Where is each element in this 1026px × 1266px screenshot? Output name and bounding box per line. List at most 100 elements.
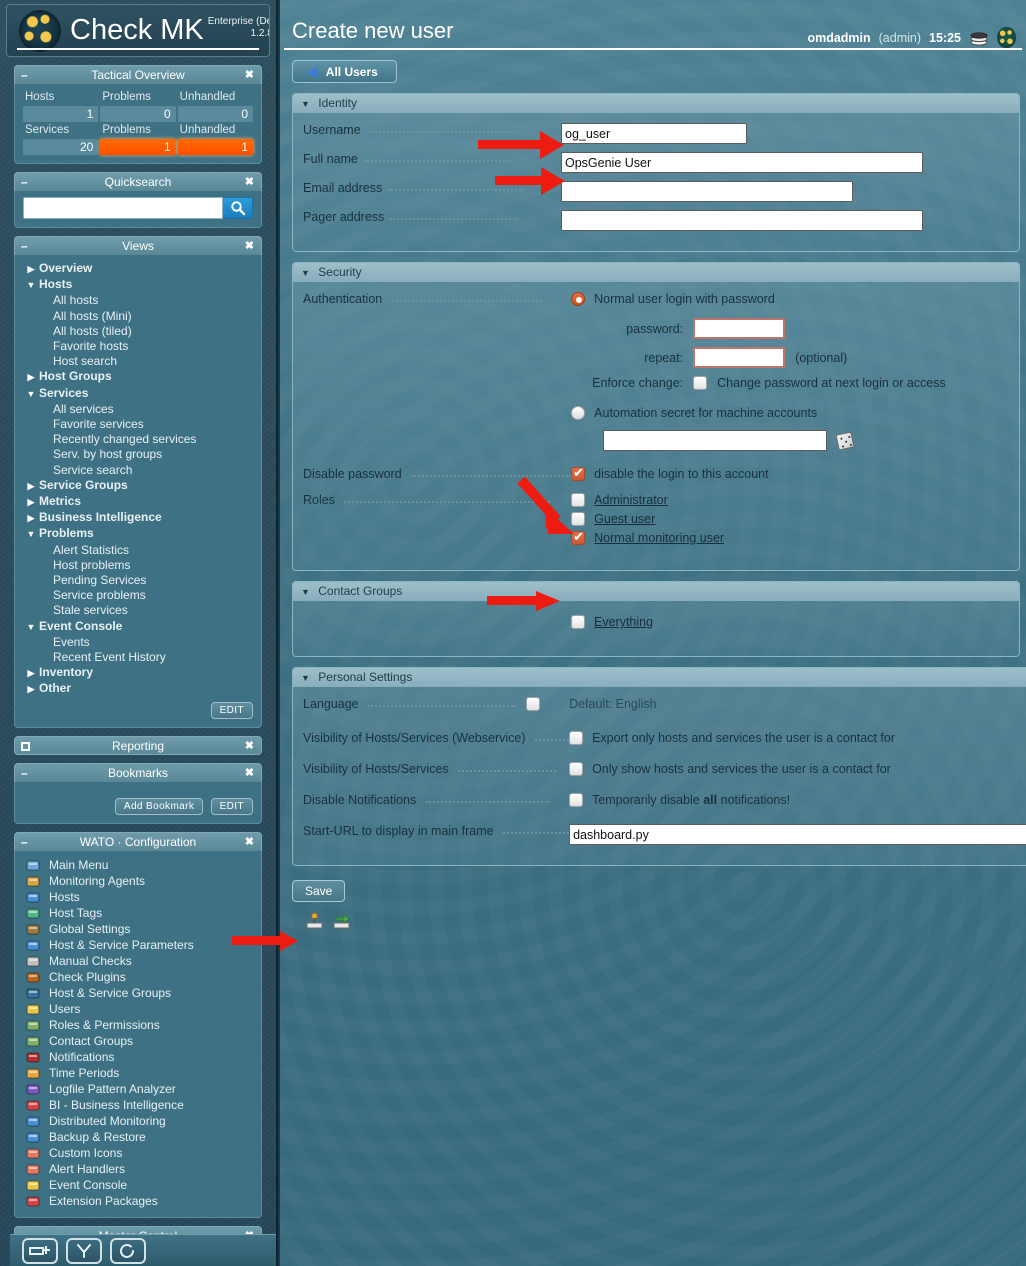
role-checkbox-administrator[interactable] (571, 493, 586, 507)
wato-item-distributed-monitoring[interactable]: Distributed Monitoring (25, 1113, 253, 1129)
password-repeat-field[interactable] (693, 347, 786, 368)
contact-group-everything-checkbox[interactable] (571, 615, 585, 629)
triangle-down-icon[interactable]: ▼ (301, 673, 310, 683)
close-icon[interactable]: ✖ (245, 173, 254, 192)
role-label-administrator[interactable]: Administrator (594, 493, 668, 507)
close-icon[interactable]: ✖ (245, 737, 254, 756)
views-item-service-search[interactable]: Service search (23, 463, 253, 478)
cell-services-unhandled[interactable]: 1 (177, 139, 253, 155)
views-item-stale-services[interactable]: Stale services (23, 603, 253, 618)
disable-password-checkbox[interactable] (571, 465, 586, 481)
wato-item-contact-groups[interactable]: Contact Groups (25, 1033, 253, 1049)
search-icon[interactable] (223, 197, 253, 219)
cell-hosts-total[interactable]: 1 (23, 106, 99, 122)
minus-icon[interactable]: – (21, 764, 28, 783)
views-item-all-hosts[interactable]: All hosts (23, 293, 253, 308)
full-name-field[interactable] (561, 152, 923, 173)
section-header-identity[interactable]: ▼ Identity (293, 94, 1019, 113)
triangle-down-icon[interactable]: ▼ (23, 387, 39, 402)
radio-automation-secret[interactable] (571, 406, 586, 420)
wato-item-hosts[interactable]: Hosts (25, 889, 253, 905)
section-header-contact-groups[interactable]: ▼ Contact Groups (293, 582, 1019, 601)
snapin-header-bookmarks[interactable]: – Bookmarks ✖ (14, 762, 262, 783)
triangle-down-icon[interactable]: ▼ (23, 620, 39, 635)
bookmarks-edit-button[interactable]: EDIT (210, 797, 253, 815)
wato-item-bi-business-intelligence[interactable]: BI - Business Intelligence (25, 1097, 253, 1113)
snapin-header-views[interactable]: – Views ✖ (14, 236, 262, 255)
triangle-right-icon[interactable]: ▶ (23, 479, 39, 494)
restore-icon[interactable] (21, 741, 30, 751)
snapin-header-reporting[interactable]: Reporting ✖ (14, 735, 262, 756)
wato-item-extension-packages[interactable]: Extension Packages (25, 1193, 253, 1209)
wato-item-host-service-groups[interactable]: Host & Service Groups (25, 985, 253, 1001)
dice-randomize-icon[interactable] (835, 431, 855, 450)
role-checkbox-normal-monitoring-user[interactable] (571, 529, 586, 545)
refresh-icon[interactable] (110, 1237, 146, 1264)
visibility-checkbox[interactable] (569, 762, 584, 776)
views-item-inventory[interactable]: ▶ Inventory (23, 665, 253, 681)
minus-icon[interactable]: – (21, 173, 28, 192)
views-edit-button[interactable]: EDIT (210, 701, 253, 719)
views-item-problems[interactable]: ▼ Problems (23, 526, 253, 542)
wato-item-monitoring-agents[interactable]: Monitoring Agents (25, 873, 253, 889)
views-item-event-console[interactable]: ▼ Event Console (23, 619, 253, 635)
wato-item-event-console[interactable]: Event Console (25, 1177, 253, 1193)
triangle-right-icon[interactable]: ▶ (23, 495, 39, 510)
wato-item-global-settings[interactable]: Global Settings (25, 921, 253, 937)
cell-services-problems[interactable]: 1 (100, 139, 176, 155)
help-books-icon[interactable] (969, 29, 989, 47)
add-bookmark-button[interactable]: Add Bookmark (114, 797, 204, 815)
section-header-security[interactable]: ▼ Security (293, 263, 1019, 282)
role-checkbox-guest-user[interactable] (571, 512, 586, 526)
views-item-recent-event-history[interactable]: Recent Event History (23, 650, 253, 665)
wato-item-host-tags[interactable]: Host Tags (25, 905, 253, 921)
close-icon[interactable]: ✖ (245, 237, 254, 256)
enforce-change-checkbox[interactable] (693, 376, 708, 390)
add-snapin-icon[interactable] (22, 1237, 58, 1264)
wato-item-time-periods[interactable]: Time Periods (25, 1065, 253, 1081)
views-item-services[interactable]: ▼ Services (23, 386, 253, 402)
all-users-button[interactable]: ◀ All Users (292, 60, 397, 83)
snapin-header-tactical[interactable]: – Tactical Overview ✖ (14, 65, 262, 84)
section-header-personal-settings[interactable]: ▼ Personal Settings (293, 668, 1026, 687)
triangle-right-icon[interactable]: ▶ (23, 682, 39, 697)
checkmk-globe-icon[interactable] (997, 27, 1016, 48)
wato-item-host-service-parameters[interactable]: Host & Service Parameters (25, 937, 253, 953)
triangle-down-icon[interactable]: ▼ (301, 587, 310, 597)
starturl-field[interactable] (569, 824, 1026, 845)
automation-secret-field[interactable] (603, 430, 828, 451)
minus-icon[interactable]: – (21, 833, 28, 852)
search-input[interactable] (23, 197, 223, 219)
triangle-right-icon[interactable]: ▶ (23, 511, 39, 526)
close-icon[interactable]: ✖ (245, 764, 254, 783)
triangle-down-icon[interactable]: ▼ (23, 278, 39, 293)
wato-item-manual-checks[interactable]: Manual Checks (25, 953, 253, 969)
views-item-favorite-services[interactable]: Favorite services (23, 417, 253, 432)
close-icon[interactable]: ✖ (245, 833, 254, 852)
wato-item-custom-icons[interactable]: Custom Icons (25, 1145, 253, 1161)
minus-icon[interactable]: – (21, 237, 28, 256)
views-item-host-groups[interactable]: ▶ Host Groups (23, 369, 253, 385)
views-item-alert-statistics[interactable]: Alert Statistics (23, 543, 253, 558)
sidebar-logo[interactable]: Check MK Enterprise (Demo) 1.2.8p13 (6, 4, 270, 57)
triangle-right-icon[interactable]: ▶ (23, 370, 39, 385)
wrench-icon[interactable] (66, 1237, 102, 1264)
views-item-hosts[interactable]: ▼ Hosts (23, 277, 253, 293)
views-item-service-groups[interactable]: ▶ Service Groups (23, 478, 253, 494)
triangle-right-icon[interactable]: ▶ (23, 262, 39, 277)
wato-item-notifications[interactable]: Notifications (25, 1049, 253, 1065)
wato-item-main-menu[interactable]: Main Menu (25, 857, 253, 873)
email-address-field[interactable] (561, 181, 853, 202)
visibility-webservice-checkbox[interactable] (569, 731, 584, 745)
triangle-right-icon[interactable]: ▶ (23, 666, 39, 681)
views-item-recently-changed-services[interactable]: Recently changed services (23, 432, 253, 447)
views-item-pending-services[interactable]: Pending Services (23, 573, 253, 588)
cell-services-total[interactable]: 20 (23, 139, 99, 155)
contact-group-everything-label[interactable]: Everything (594, 615, 653, 629)
views-item-metrics[interactable]: ▶ Metrics (23, 494, 253, 510)
views-item-overview[interactable]: ▶ Overview (23, 261, 253, 277)
views-item-all-hosts-mini[interactable]: All hosts (Mini) (23, 309, 253, 324)
close-icon[interactable]: ✖ (245, 66, 254, 85)
password-field[interactable] (693, 318, 786, 339)
snapin-header-wato[interactable]: – WATO · Configuration ✖ (14, 831, 262, 852)
